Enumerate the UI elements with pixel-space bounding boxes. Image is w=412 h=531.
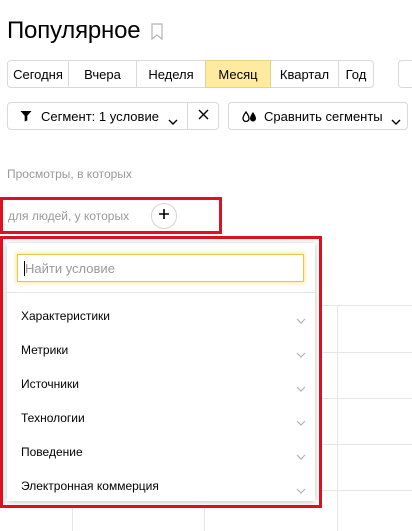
- add-condition-button[interactable]: [151, 203, 177, 229]
- period-selector: Сегодня Вчера Неделя Месяц Квартал Год: [7, 60, 374, 88]
- category-technologies[interactable]: Технологии: [7, 401, 315, 435]
- condition-search-input[interactable]: [18, 255, 303, 281]
- chevron-down-icon: [296, 415, 306, 426]
- filter-icon: [20, 110, 32, 122]
- condition-search: [17, 254, 304, 282]
- text-caret: [24, 261, 25, 276]
- bookmark-icon[interactable]: [151, 22, 163, 40]
- category-sources[interactable]: Источники: [7, 367, 315, 401]
- period-label: Сегодня: [13, 66, 63, 82]
- period-year[interactable]: Год: [338, 60, 374, 88]
- table-gridline: [322, 305, 412, 306]
- condition-picker-frame: Характеристики Метрики Источники Техноло…: [0, 236, 322, 508]
- title-row: Популярное: [7, 14, 163, 48]
- table-gridline: [337, 305, 338, 531]
- table-gridline: [322, 398, 412, 399]
- category-label: Электронная коммерция: [21, 479, 159, 493]
- compare-label: Сравнить сегменты: [264, 108, 383, 124]
- period-today[interactable]: Сегодня: [7, 60, 69, 88]
- page: Популярное Сегодня Вчера Неделя Месяц Кв…: [0, 0, 412, 531]
- period-yesterday[interactable]: Вчера: [68, 60, 137, 88]
- period-label: Месяц: [218, 66, 258, 82]
- chevron-down-icon: [168, 113, 178, 125]
- people-condition-row: для людей, у которых: [0, 197, 222, 234]
- compare-segments-button[interactable]: Сравнить сегменты: [228, 102, 408, 130]
- compare-drops-icon: [242, 110, 257, 123]
- page-title: Популярное: [7, 17, 141, 44]
- category-behavior[interactable]: Поведение: [7, 435, 315, 469]
- category-list: Характеристики Метрики Источники Техноло…: [7, 299, 315, 503]
- chevron-down-icon: [296, 313, 306, 324]
- people-condition-label: для людей, у которых: [8, 209, 130, 223]
- period-quarter[interactable]: Квартал: [270, 60, 339, 88]
- period-week[interactable]: Неделя: [136, 60, 206, 88]
- table-gridline: [322, 444, 412, 445]
- period-label: Неделя: [148, 66, 194, 82]
- plus-icon: [158, 207, 170, 225]
- chevron-down-icon: [296, 449, 306, 460]
- table-gridline: [322, 490, 412, 491]
- date-picker-button[interactable]: [398, 60, 412, 88]
- divider: [7, 292, 315, 293]
- period-label: Квартал: [279, 66, 330, 82]
- segment-label: Сегмент: 1 условие: [41, 108, 159, 124]
- category-label: Метрики: [21, 343, 69, 357]
- views-condition-label: Просмотры, в которых: [7, 167, 132, 181]
- segment-clear-button[interactable]: [187, 102, 219, 130]
- close-icon: [198, 107, 209, 125]
- category-characteristics[interactable]: Характеристики: [7, 299, 315, 333]
- category-label: Поведение: [21, 445, 83, 459]
- condition-picker-popup: Характеристики Метрики Источники Техноло…: [7, 243, 315, 501]
- chevron-down-icon: [296, 483, 306, 494]
- category-label: Технологии: [21, 411, 85, 425]
- category-label: Источники: [21, 377, 79, 391]
- table-gridline: [322, 352, 412, 353]
- table-gridline: [72, 508, 73, 531]
- period-label: Вчера: [84, 66, 121, 82]
- chevron-down-icon: [391, 113, 401, 125]
- period-month[interactable]: Месяц: [205, 60, 271, 88]
- category-metrics[interactable]: Метрики: [7, 333, 315, 367]
- period-label: Год: [345, 66, 367, 82]
- category-label: Характеристики: [21, 309, 110, 323]
- category-ecommerce[interactable]: Электронная коммерция: [7, 469, 315, 503]
- chevron-down-icon: [296, 381, 306, 392]
- table-gridline: [204, 508, 205, 531]
- segment-button[interactable]: Сегмент: 1 условие: [7, 102, 188, 130]
- chevron-down-icon: [296, 347, 306, 358]
